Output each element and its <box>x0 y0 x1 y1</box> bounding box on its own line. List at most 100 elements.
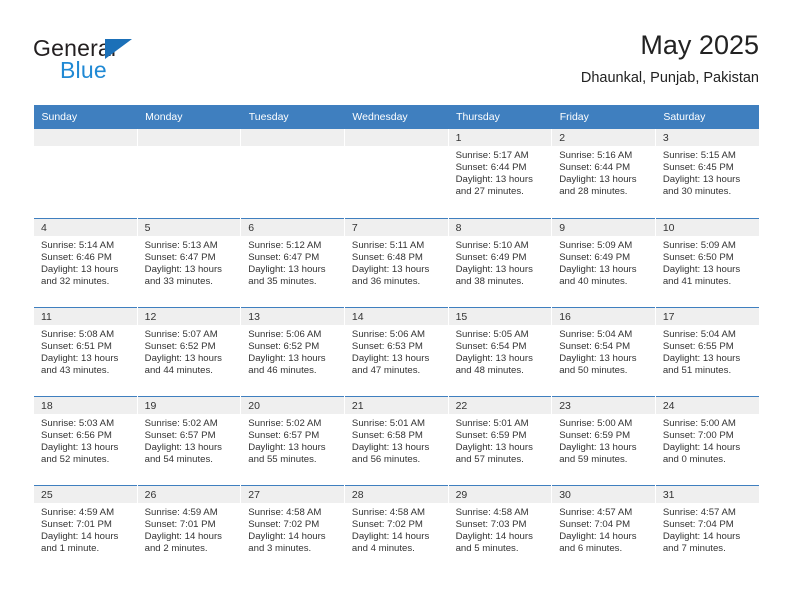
daylight-duration-line1: Daylight: 13 hours <box>351 263 430 275</box>
sunset-time: Sunset: 6:54 PM <box>455 340 527 352</box>
daylight-duration-line1: Daylight: 13 hours <box>662 263 741 275</box>
calendar-week-row: 1 Sunrise: 5:17 AM Sunset: 6:44 PM Daylight… <box>33 129 759 218</box>
sunset-time: Sunset: 7:04 PM <box>559 518 631 530</box>
sunrise-time: Sunrise: 5:06 AM <box>351 328 425 340</box>
sunset-time: Sunset: 6:52 PM <box>248 340 320 352</box>
daylight-duration-line2: and 54 minutes. <box>144 453 213 465</box>
day-number: 2 <box>552 129 655 146</box>
calendar-day-cell[interactable]: 17 Sunrise: 5:04 AM Sunset: 6:55 PM Dayligh… <box>654 306 759 396</box>
daylight-duration-line2: and 36 minutes. <box>351 275 421 287</box>
calendar-week-row: 25 Sunrise: 4:59 AM Sunset: 7:01 PM Dayligh… <box>33 484 759 574</box>
daylight-duration-line1: Daylight: 13 hours <box>455 441 533 453</box>
calendar-day-cell[interactable]: 21 Sunrise: 5:01 AM Sunset: 6:58 PM Dayligh… <box>343 395 449 485</box>
calendar-day-cell[interactable]: 1 Sunrise: 5:17 AM Sunset: 6:44 PM Daylight… <box>447 129 552 218</box>
daylight-duration-line2: and 33 minutes. <box>144 275 213 287</box>
sunrise-time: Sunrise: 5:11 AM <box>351 239 425 251</box>
calendar-day-cell[interactable]: 6 Sunrise: 5:12 AM Sunset: 6:47 PM Daylight… <box>240 217 345 307</box>
calendar-day-cell-empty <box>343 129 449 218</box>
title-block: May 2025 Dhaunkal, Punjab, Pakistan <box>581 28 759 89</box>
calendar-day-cell[interactable]: 11 Sunrise: 5:08 AM Sunset: 6:51 PM Dayligh… <box>33 306 138 396</box>
sunrise-time: Sunrise: 5:10 AM <box>455 239 529 251</box>
sunrise-time: Sunrise: 4:57 AM <box>662 506 736 518</box>
calendar-day-cell[interactable]: 13 Sunrise: 5:06 AM Sunset: 6:52 PM Dayligh… <box>240 306 345 396</box>
calendar-day-cell-empty <box>136 129 241 218</box>
day-details: Sunrise: 5:04 AM Sunset: 6:54 PM Daylight:… <box>552 325 655 377</box>
calendar-day-cell[interactable]: 28 Sunrise: 4:58 AM Sunset: 7:02 PM Dayligh… <box>343 484 449 574</box>
calendar-day-cell[interactable]: 27 Sunrise: 4:58 AM Sunset: 7:02 PM Dayligh… <box>240 484 345 574</box>
sunrise-time: Sunrise: 5:04 AM <box>559 328 633 340</box>
sunrise-time: Sunrise: 4:58 AM <box>455 506 529 518</box>
calendar-day-cell[interactable]: 26 Sunrise: 4:59 AM Sunset: 7:01 PM Dayligh… <box>136 484 241 574</box>
sunrise-time: Sunrise: 4:59 AM <box>144 506 218 518</box>
sunrise-time: Sunrise: 4:57 AM <box>559 506 633 518</box>
daylight-duration-line1: Daylight: 13 hours <box>144 441 222 453</box>
calendar-day-cell[interactable]: 12 Sunrise: 5:07 AM Sunset: 6:52 PM Dayligh… <box>136 306 241 396</box>
calendar-day-cell[interactable]: 24 Sunrise: 5:00 AM Sunset: 7:00 PM Dayligh… <box>654 395 759 485</box>
calendar-day-cell[interactable]: 4 Sunrise: 5:14 AM Sunset: 6:46 PM Daylight… <box>33 217 138 307</box>
calendar-day-cell[interactable]: 18 Sunrise: 5:03 AM Sunset: 6:56 PM Dayligh… <box>33 395 138 485</box>
sunrise-time: Sunrise: 5:00 AM <box>559 417 633 429</box>
calendar-day-cell[interactable]: 8 Sunrise: 5:10 AM Sunset: 6:49 PM Daylight… <box>447 217 552 307</box>
generalblue-logo[interactable]: General Blue <box>33 35 213 93</box>
calendar-day-cell[interactable]: 29 Sunrise: 4:58 AM Sunset: 7:03 PM Dayligh… <box>447 484 552 574</box>
weekday-header-friday: Friday <box>551 105 656 129</box>
sunrise-time: Sunrise: 5:17 AM <box>455 150 529 161</box>
daylight-duration-line1: Daylight: 14 hours <box>351 530 430 542</box>
day-details: Sunrise: 5:14 AM Sunset: 6:46 PM Daylight:… <box>34 236 137 288</box>
calendar-day-cell[interactable]: 25 Sunrise: 4:59 AM Sunset: 7:01 PM Dayligh… <box>33 484 138 574</box>
calendar-day-cell[interactable]: 10 Sunrise: 5:09 AM Sunset: 6:50 PM Dayligh… <box>654 217 759 307</box>
daylight-duration-line2: and 50 minutes. <box>559 364 628 376</box>
calendar-day-cell[interactable]: 30 Sunrise: 4:57 AM Sunset: 7:04 PM Dayligh… <box>551 484 656 574</box>
calendar-day-cell[interactable]: 14 Sunrise: 5:06 AM Sunset: 6:53 PM Dayligh… <box>343 306 449 396</box>
daylight-duration-line2: and 40 minutes. <box>559 275 628 287</box>
day-number: 28 <box>344 485 448 503</box>
daylight-duration-line1: Daylight: 13 hours <box>559 441 637 453</box>
sunset-time: Sunset: 6:52 PM <box>144 340 216 352</box>
day-number: 24 <box>655 396 759 414</box>
daylight-duration-line2: and 4 minutes. <box>351 542 415 554</box>
day-number: 9 <box>552 218 655 236</box>
day-details: Sunrise: 5:00 AM Sunset: 7:00 PM Daylight:… <box>656 414 759 466</box>
calendar-day-cell[interactable]: 22 Sunrise: 5:01 AM Sunset: 6:59 PM Dayligh… <box>447 395 552 485</box>
calendar-day-cell[interactable]: 5 Sunrise: 5:13 AM Sunset: 6:47 PM Daylight… <box>136 217 241 307</box>
calendar-day-cell[interactable]: 2 Sunrise: 5:16 AM Sunset: 6:44 PM Daylight… <box>551 129 656 218</box>
daylight-duration-line1: Daylight: 13 hours <box>248 352 326 364</box>
sunrise-time: Sunrise: 5:02 AM <box>248 417 322 429</box>
calendar-day-cell[interactable]: 31 Sunrise: 4:57 AM Sunset: 7:04 PM Dayligh… <box>654 484 759 574</box>
sunrise-time: Sunrise: 5:08 AM <box>41 328 115 340</box>
daylight-duration-line2: and 7 minutes. <box>662 542 726 554</box>
logo-triangle-icon <box>105 39 132 59</box>
day-number: 25 <box>34 485 137 503</box>
logo-text-blue: Blue <box>60 57 107 83</box>
sunset-time: Sunset: 6:55 PM <box>662 340 734 352</box>
day-details: Sunrise: 4:59 AM Sunset: 7:01 PM Daylight:… <box>138 503 241 555</box>
day-details: Sunrise: 5:09 AM Sunset: 6:50 PM Daylight:… <box>656 236 759 288</box>
day-number: 12 <box>137 307 241 325</box>
calendar-day-cell[interactable]: 9 Sunrise: 5:09 AM Sunset: 6:49 PM Daylight… <box>551 217 656 307</box>
calendar-day-cell[interactable]: 20 Sunrise: 5:02 AM Sunset: 6:57 PM Dayligh… <box>240 395 345 485</box>
calendar-day-cell[interactable]: 19 Sunrise: 5:02 AM Sunset: 6:57 PM Dayligh… <box>136 395 241 485</box>
day-details: Sunrise: 5:09 AM Sunset: 6:49 PM Daylight:… <box>552 236 655 288</box>
sunset-time: Sunset: 6:47 PM <box>144 251 216 263</box>
daylight-duration-line1: Daylight: 13 hours <box>41 441 119 453</box>
daylight-duration-line1: Daylight: 13 hours <box>455 174 533 186</box>
sunset-time: Sunset: 6:59 PM <box>559 429 631 441</box>
sunset-time: Sunset: 6:59 PM <box>455 429 527 441</box>
day-number: 16 <box>552 307 655 325</box>
calendar-day-cell[interactable]: 7 Sunrise: 5:11 AM Sunset: 6:48 PM Daylight… <box>343 217 449 307</box>
sunrise-time: Sunrise: 5:13 AM <box>144 239 218 251</box>
weekday-header-sunday: Sunday <box>33 105 138 129</box>
sunrise-time: Sunrise: 5:01 AM <box>351 417 425 429</box>
sunrise-time: Sunrise: 5:09 AM <box>559 239 633 251</box>
calendar-day-cell[interactable]: 3 Sunrise: 5:15 AM Sunset: 6:45 PM Daylight… <box>654 129 759 218</box>
sunrise-time: Sunrise: 5:15 AM <box>662 150 736 161</box>
daylight-duration-line2: and 46 minutes. <box>248 364 317 376</box>
day-number <box>137 129 241 146</box>
calendar-day-cell[interactable]: 16 Sunrise: 5:04 AM Sunset: 6:54 PM Dayligh… <box>551 306 656 396</box>
calendar-day-cell[interactable]: 23 Sunrise: 5:00 AM Sunset: 6:59 PM Dayligh… <box>551 395 656 485</box>
calendar-day-cell[interactable]: 15 Sunrise: 5:05 AM Sunset: 6:54 PM Dayligh… <box>447 306 552 396</box>
daylight-duration-line1: Daylight: 14 hours <box>144 530 222 542</box>
day-number: 19 <box>137 396 241 414</box>
day-details: Sunrise: 4:58 AM Sunset: 7:02 PM Daylight:… <box>241 503 344 555</box>
day-number: 3 <box>655 129 759 146</box>
